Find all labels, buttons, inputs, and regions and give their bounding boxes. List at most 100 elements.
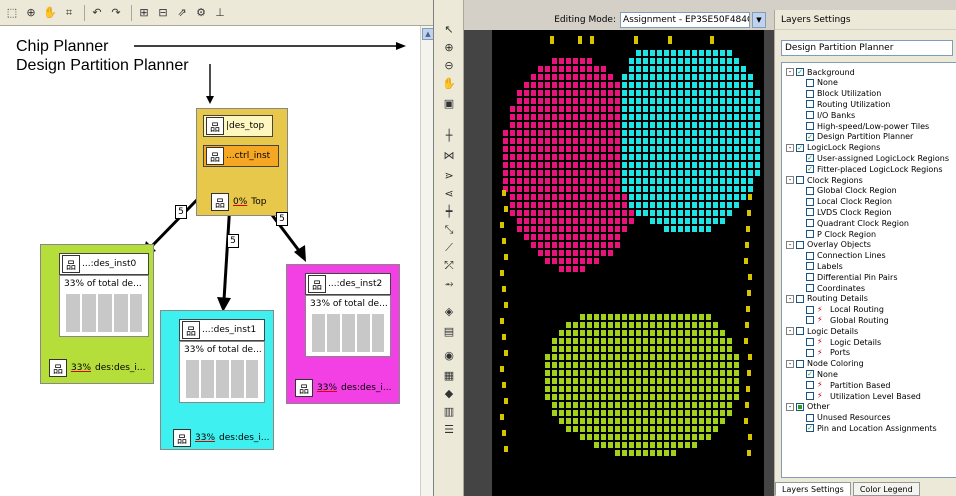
ctrl-node[interactable]: 品 ...ctrl_inst [203,145,279,167]
layer-checkbox[interactable] [806,89,814,98]
zoom-out-icon[interactable]: ⊖ [441,58,457,74]
scroll-up-icon[interactable]: ▲ [422,28,433,40]
layer-item[interactable]: P Clock Region [806,229,876,239]
report-icon[interactable]: ☰ [441,422,457,438]
des-inst0-node[interactable]: 品 ...:des_inst0 [59,253,149,275]
layer-item[interactable]: ✓ Design Partition Planner [806,132,913,142]
layer-item[interactable]: Unused Resources [806,413,891,423]
layer-checkbox[interactable]: ✓ [796,143,804,152]
chevron-down-icon[interactable]: ▼ [752,12,766,28]
layer-checkbox[interactable] [796,402,804,411]
locate-icon[interactable]: ▤ [441,324,457,340]
cell-icon[interactable]: ▣ [441,96,457,112]
layer-item[interactable]: LVDS Clock Region [806,207,892,217]
layer-checkbox[interactable] [806,230,814,238]
layer-checkbox[interactable]: ✓ [806,154,814,163]
layer-checkbox[interactable] [796,294,804,303]
des-inst1-node[interactable]: 品 ...:des_inst1 [179,319,265,341]
layer-group[interactable]: - ✓ LogicLock Regions [786,143,880,153]
zoom-in-icon[interactable]: ⊕ [441,40,457,56]
top-node[interactable]: 品 |des_top [203,115,273,137]
pointer-icon[interactable]: ↖ [441,22,457,38]
layer-checkbox[interactable]: ✓ [806,370,814,379]
legend-icon[interactable]: ▦ [441,368,457,384]
layer-group[interactable]: - Logic Details [786,326,858,336]
route-icon[interactable]: ⤱ [441,258,457,274]
collapse-icon[interactable]: - [786,402,794,411]
layer-group[interactable]: - ✓ Background [786,67,855,77]
fan-in-icon[interactable]: ⋗ [441,168,457,184]
layer-item[interactable]: ⚡ Utilization Level Based [806,391,921,401]
hand-icon[interactable]: ✋ [441,76,457,92]
layer-checkbox[interactable] [806,122,814,130]
layer-checkbox[interactable] [806,305,814,314]
layer-item[interactable]: Routing Utilization [806,99,890,109]
editing-mode-select[interactable]: Assignment - EP3SE50F484C2 [620,12,750,28]
layer-item[interactable]: ⚡ Logic Details [806,337,881,347]
delay-icon[interactable]: ⥇ [441,276,457,292]
layer-checkbox[interactable] [806,284,814,292]
layer-checkbox[interactable] [806,262,814,271]
layer-checkbox[interactable]: ✓ [806,165,814,174]
ruler-icon[interactable]: ⟋ [441,240,457,256]
planner-vertical-scrollbar[interactable]: ▲ [420,26,433,496]
find-icon[interactable]: ◉ [441,348,457,364]
layer-checkbox[interactable] [806,219,814,228]
partition-block-des-inst2[interactable]: 品 ...:des_inst2 33% of total de... 品 33%… [286,264,400,404]
layer-checkbox[interactable]: ✓ [806,424,814,433]
chip-floorplan[interactable] [492,30,764,496]
layer-item[interactable]: High-speed/Low-power Tiles [806,121,929,131]
layer-checkbox[interactable] [796,176,804,184]
collapse-icon[interactable]: - [786,143,794,152]
layer-group[interactable]: - Routing Details [786,294,868,304]
layer-item[interactable]: ⚡ Partition Based [806,380,890,390]
layer-item[interactable]: Coordinates [806,283,865,293]
layers-preset-select[interactable]: Design Partition Planner [781,40,953,56]
layer-item[interactable]: ⚡ Local Routing [806,305,884,315]
layer-item[interactable]: Global Clock Region [806,186,897,196]
top-partition-block[interactable]: 品 |des_top 品 ...ctrl_inst 品 0% Top [196,108,288,216]
layer-checkbox[interactable]: ✓ [806,132,814,141]
layer-checkbox[interactable] [806,100,814,109]
layer-checkbox[interactable] [806,78,814,87]
layer-checkbox[interactable] [806,273,814,282]
layer-item[interactable]: Local Clock Region [806,197,892,207]
layers-icon[interactable]: ◈ [441,304,457,320]
collapse-icon[interactable]: - [786,68,794,76]
layer-group[interactable]: - Clock Regions [786,175,863,185]
collapse-icon[interactable]: - [786,359,794,368]
layer-checkbox[interactable] [806,316,814,325]
fan-icon[interactable]: ⋈ [441,148,457,164]
layer-item[interactable]: ✓ Fitter-placed LogicLock Regions [806,164,943,174]
layer-item[interactable]: ⚡ Global Routing [806,315,889,325]
collapse-icon[interactable]: - [786,176,794,184]
layer-item[interactable]: None [806,78,838,88]
layer-item[interactable]: ⚡ Ports [806,348,850,358]
fan-out-icon[interactable]: ⋖ [441,186,457,202]
layer-item[interactable]: ✓ User-assigned LogicLock Regions [806,153,949,163]
path-icon[interactable]: ⤡ [441,222,457,238]
layer-checkbox[interactable] [806,208,814,217]
layer-item[interactable]: I/O Banks [806,110,855,120]
column-icon[interactable]: ┼ [441,128,457,144]
layer-item[interactable]: Differential Pin Pairs [806,272,897,282]
layer-checkbox[interactable] [806,111,814,120]
tab-color-legend[interactable]: Color Legend [852,482,920,496]
layer-group[interactable]: - Other [786,402,830,412]
partition-block-des-inst0[interactable]: 品 ...:des_inst0 33% of total de... 品 33%… [40,244,154,384]
layer-checkbox[interactable] [806,381,814,390]
layer-item[interactable]: Labels [806,261,843,271]
layer-checkbox[interactable] [796,240,804,249]
collapse-icon[interactable]: - [786,294,794,303]
sketch-icon[interactable]: ◆ [441,386,457,402]
layer-checkbox[interactable] [806,197,814,206]
layer-item[interactable]: Block Utilization [806,89,881,99]
tab-layers-settings[interactable]: Layers Settings [775,482,851,496]
layer-checkbox[interactable] [806,251,814,260]
layer-item[interactable]: Connection Lines [806,251,886,261]
layer-checkbox[interactable] [806,348,814,357]
layer-item[interactable]: ✓ None [806,369,838,379]
collapse-icon[interactable]: - [786,327,794,336]
layer-item[interactable]: Quadrant Clock Region [806,218,909,228]
layer-checkbox[interactable] [806,392,814,400]
